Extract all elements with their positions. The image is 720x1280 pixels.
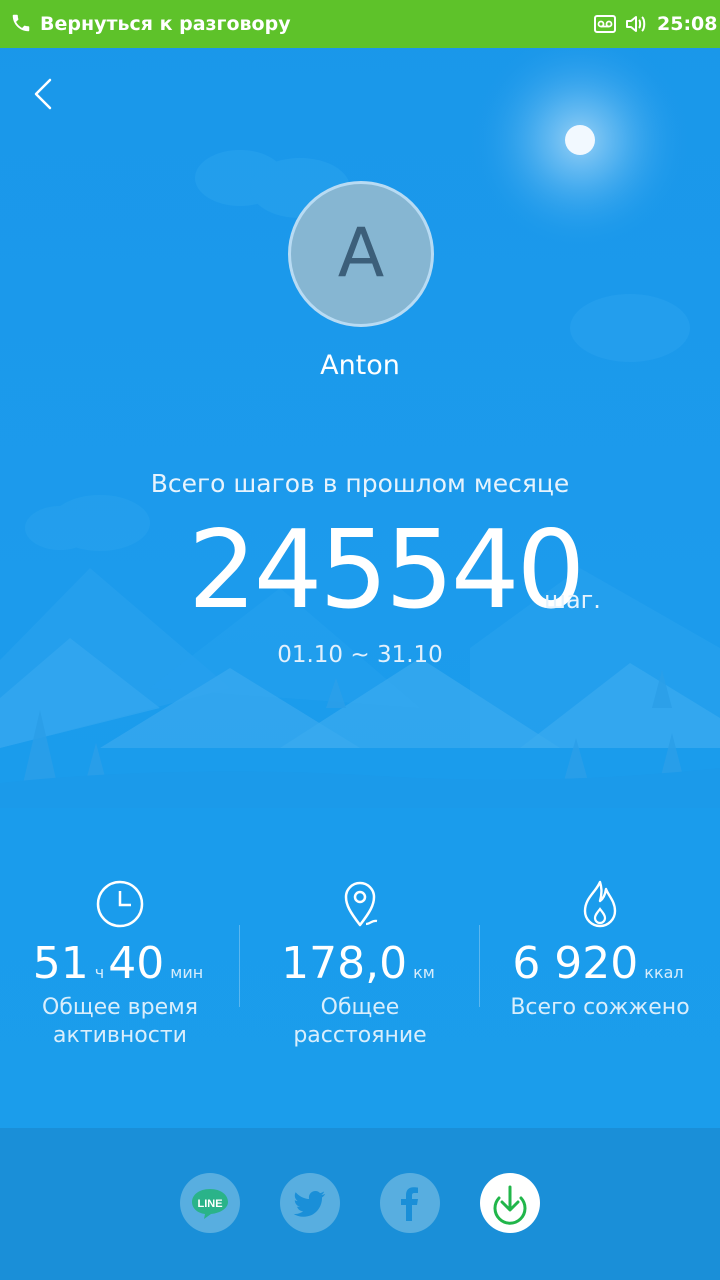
facebook-icon [401,1187,418,1221]
calories-value: 6 920 [512,938,639,989]
landscape-background [0,48,720,808]
avatar-letter: A [337,214,385,293]
download-icon [493,1185,527,1225]
minutes-unit: мин [170,963,204,982]
status-bar[interactable]: Вернуться к разговору 25:08 [0,0,720,48]
total-steps-label: Всего шагов в прошлом месяце [150,469,570,498]
calories-label: Всего сожжено [510,995,690,1020]
stat-distance: 178,0 км Общее расстояние [240,878,480,1050]
share-line-button[interactable]: LINE [180,1173,240,1233]
volume-icon [626,16,646,32]
user-name: Anton [320,350,400,381]
total-steps-value: 245540 [188,508,585,633]
line-icon: LINE [192,1189,228,1219]
avatar: A [288,181,434,327]
stat-active-time: 51 ч40 мин Общее время активности [0,878,240,1050]
chevron-left-icon [34,78,52,110]
active-time-label: Общее время активности [42,995,198,1048]
hours-unit: ч [94,963,105,982]
steps-unit: шаг. [544,586,601,614]
line-logo-text: LINE [197,1198,222,1210]
return-to-call-text[interactable]: Вернуться к разговору [40,13,291,35]
location-pin-icon [344,881,378,927]
share-summary-screen: Вернуться к разговору 25:08 A Anton Всег… [0,0,720,1280]
back-button[interactable] [22,70,66,118]
stat-calories: 6 920 ккал Всего сожжено [480,878,720,1022]
date-range: 01.10 ~ 31.10 [277,642,443,668]
active-hours-value: 51 [32,938,89,989]
twitter-icon [293,1191,326,1217]
flame-icon [583,880,617,928]
share-facebook-button[interactable] [380,1173,440,1233]
voicemail-icon [594,15,616,33]
clock-time: 25:08 [657,13,718,35]
calories-unit: ккал [644,963,684,982]
share-bar: LINE [0,1128,720,1280]
download-button[interactable] [480,1173,540,1233]
distance-unit: км [413,963,435,982]
distance-label: Общее расстояние [293,995,427,1048]
active-minutes-value: 40 [108,938,165,989]
phone-icon [12,14,30,32]
clock-icon [96,880,144,928]
share-twitter-button[interactable] [280,1173,340,1233]
distance-value: 178,0 [281,938,408,989]
